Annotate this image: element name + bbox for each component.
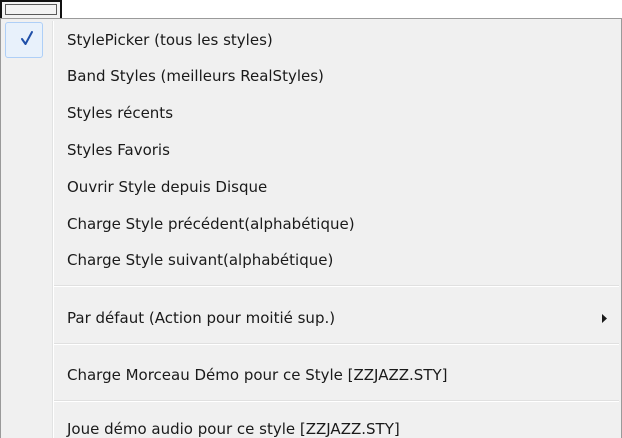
menu-separator (54, 285, 619, 287)
check-icon (21, 31, 33, 45)
menu-item-label: StylePicker (tous les styles) (67, 31, 273, 49)
menu-item-load-previous-style[interactable]: Charge Style précédent(alphabétique) (3, 206, 619, 242)
menu-item-label: Joue démo audio pour ce style [ZZJAZZ.ST… (67, 420, 400, 438)
menu-item-open-style-from-disk[interactable]: Ouvrir Style depuis Disque (3, 169, 619, 205)
submenu-arrow-icon (602, 314, 607, 323)
menu-item-favorite-styles[interactable]: Styles Favoris (3, 132, 619, 168)
menu-item-label: Par défaut (Action pour moitié sup.) (67, 309, 336, 327)
menu-item-recent-styles[interactable]: Styles récents (3, 95, 619, 131)
menu-item-stylepicker[interactable]: StylePicker (tous les styles) (3, 22, 619, 58)
menu-item-label: Charge Morceau Démo pour ce Style [ZZJAZ… (67, 366, 448, 384)
menu-item-label: Styles Favoris (67, 141, 170, 159)
menu-item-label: Charge Style précédent(alphabétique) (67, 215, 355, 233)
menu-item-load-demo-song[interactable]: Charge Morceau Démo pour ce Style [ZZJAZ… (3, 357, 619, 393)
menu-separator (54, 400, 619, 402)
menu-item-label: Ouvrir Style depuis Disque (67, 178, 268, 196)
menu-item-label: Band Styles (meilleurs RealStyles) (67, 67, 324, 85)
menu-item-default-action[interactable]: Par défaut (Action pour moitié sup.) (3, 300, 619, 336)
menu-item-label: Charge Style suivant(alphabétique) (67, 251, 334, 269)
menu-item-label: Styles récents (67, 104, 174, 122)
menu-item-band-styles[interactable]: Band Styles (meilleurs RealStyles) (3, 58, 619, 94)
screen: StylePicker (tous les styles) Band Style… (0, 0, 622, 438)
context-menu: StylePicker (tous les styles) Band Style… (0, 18, 622, 438)
menu-anchor-button[interactable] (0, 0, 62, 20)
menu-item-play-audio-demo[interactable]: Joue démo audio pour ce style [ZZJAZZ.ST… (3, 411, 619, 438)
menu-separator (54, 343, 619, 345)
menu-item-load-next-style[interactable]: Charge Style suivant(alphabétique) (3, 242, 619, 278)
